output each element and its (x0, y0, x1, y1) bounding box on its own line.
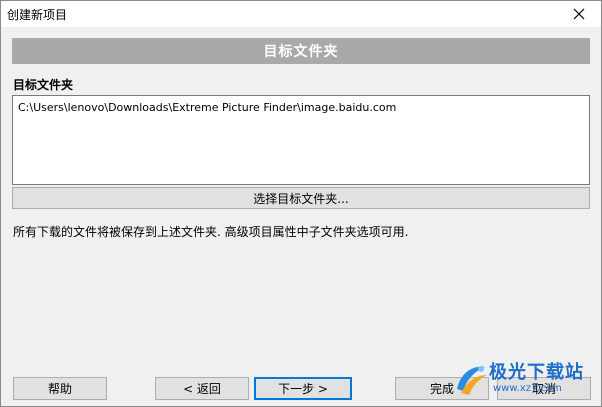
cancel-button[interactable]: 取消 (497, 377, 591, 400)
next-button[interactable]: 下一步 > (254, 377, 352, 400)
page-title: 目标文件夹 (263, 44, 339, 60)
target-folder-path-value: C:\Users\lenovo\Downloads\Extreme Pictur… (18, 101, 397, 114)
close-icon (573, 8, 585, 20)
finish-button[interactable]: 完成 (395, 377, 489, 400)
title-bar: 创建新项目 (1, 1, 601, 27)
window-title: 创建新项目 (7, 8, 68, 22)
page-header-band: 目标文件夹 (12, 38, 590, 64)
target-folder-path-field[interactable]: C:\Users\lenovo\Downloads\Extreme Pictur… (12, 95, 590, 185)
target-folder-label: 目标文件夹 (13, 78, 74, 92)
create-new-project-dialog: 创建新项目 目标文件夹 目标文件夹 C:\Users\lenovo\Downlo… (0, 0, 602, 407)
choose-target-folder-button[interactable]: 选择目标文件夹... (12, 187, 590, 209)
help-button[interactable]: 帮助 (13, 377, 107, 400)
back-button[interactable]: < 返回 (155, 377, 249, 400)
close-button[interactable] (557, 1, 601, 27)
info-text: 所有下载的文件将被保存到上述文件夹. 高级项目属性中子文件夹选项可用. (13, 225, 409, 239)
